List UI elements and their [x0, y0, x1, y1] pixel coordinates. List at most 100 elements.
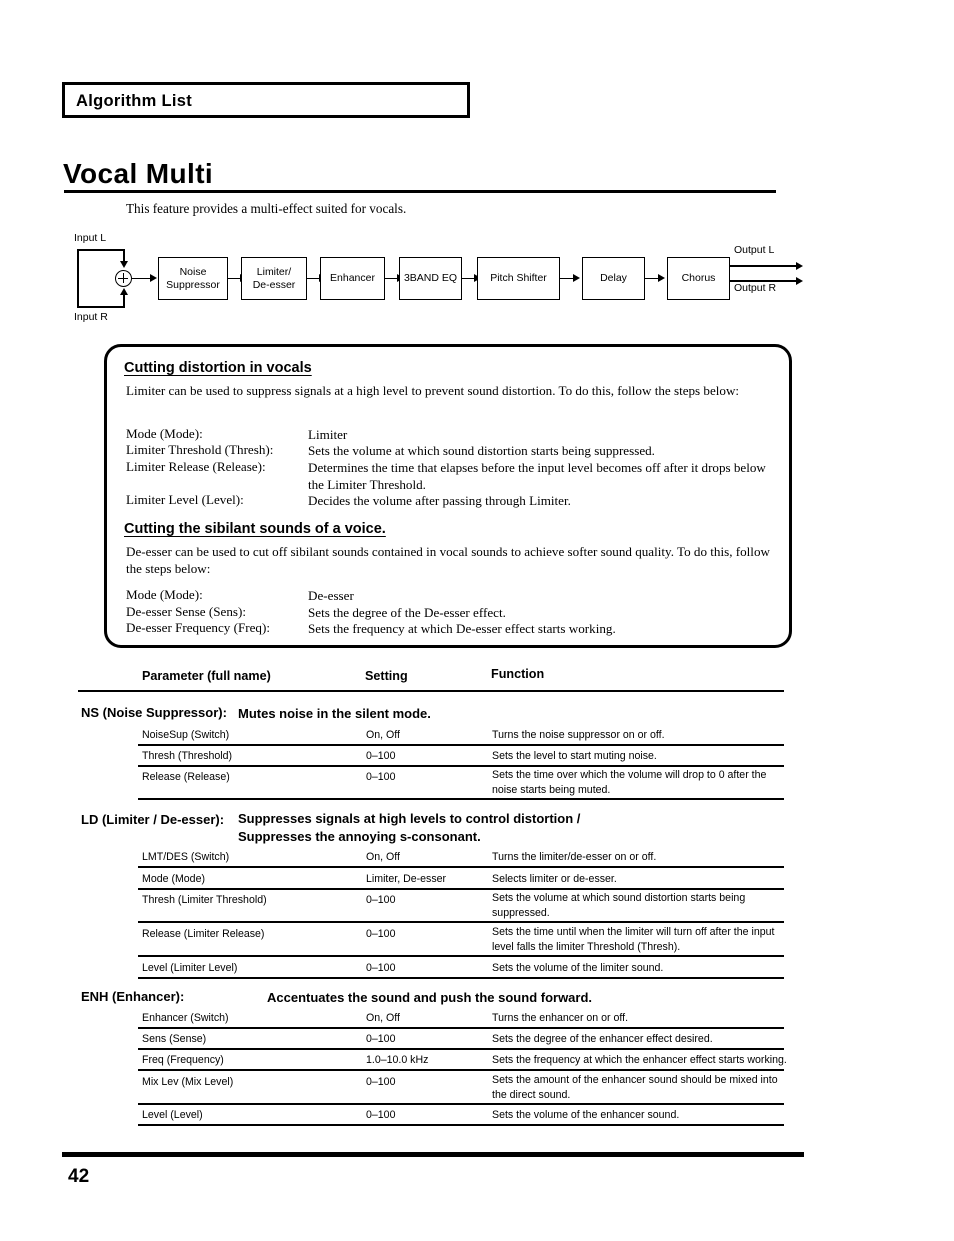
callout-term: Mode (Mode):	[126, 426, 203, 441]
arrow-to-b1	[150, 274, 157, 282]
table-cell-parameter: Freq (Frequency)	[142, 1054, 224, 1066]
table-cell-function: Turns the noise suppressor on or off.	[492, 729, 665, 741]
signal-flow-diagram: Input L Input R Output L Output R Noise …	[74, 232, 804, 332]
table-cell-parameter: Thresh (Limiter Threshold)	[142, 894, 267, 906]
table-cell-setting: On, Off	[366, 729, 400, 741]
table-header-parameter: Parameter (full name)	[142, 669, 271, 683]
table-cell-setting: 0–100	[366, 962, 396, 974]
wire-output-l	[730, 265, 799, 267]
diagram-block-3band-eq: 3BAND EQ	[399, 257, 462, 300]
diagram-block-label: Pitch Shifter	[490, 272, 547, 285]
table-cell-parameter: Level (Level)	[142, 1109, 203, 1121]
arrow-input-r	[119, 288, 128, 295]
callout-desc: Sets the volume at which sound distortio…	[308, 443, 655, 458]
table-cell-function: Sets the frequency at which the enhancer…	[492, 1054, 787, 1066]
table-cell-function: Sets the amount of the enhancer sound sh…	[492, 1074, 778, 1102]
wire-input-r-v	[123, 294, 125, 308]
table-group-desc-ns: Mutes noise in the silent mode.	[238, 706, 431, 721]
table-group-name-enh: ENH (Enhancer):	[81, 989, 185, 1004]
table-row-rule	[138, 744, 784, 746]
table-cell-function: Sets the time over which the volume will…	[492, 769, 767, 797]
callout-desc: Sets the frequency at which De-esser eff…	[308, 621, 616, 636]
wire-input-spine	[77, 249, 79, 308]
diagram-block-delay: Delay	[582, 257, 645, 300]
table-cell-parameter: Release (Release)	[142, 771, 230, 783]
table-cell-parameter: Thresh (Threshold)	[142, 750, 233, 762]
summing-node-icon	[115, 270, 132, 287]
diagram-block-enhancer: Enhancer	[320, 257, 385, 300]
table-row-rule	[138, 921, 784, 923]
callout-term: Limiter Level (Level):	[126, 492, 244, 507]
callout-desc: Sets the degree of the De-esser effect.	[308, 605, 506, 620]
table-cell-function: Turns the limiter/de-esser on or off.	[492, 851, 657, 863]
arrow-input-l	[119, 261, 128, 268]
table-cell-function: Sets the time until when the limiter wil…	[492, 926, 775, 954]
callout-term: De-esser Sense (Sens):	[126, 604, 246, 619]
callout-section1-intro: Limiter can be used to suppress signals …	[126, 383, 740, 398]
table-cell-function: Selects limiter or de-esser.	[492, 873, 617, 885]
table-cell-setting: 0–100	[366, 1109, 396, 1121]
table-row-rule	[138, 1027, 784, 1029]
callout-desc: Limiter	[308, 427, 348, 442]
table-row-rule	[138, 888, 784, 890]
table-row-rule	[138, 798, 784, 800]
diagram-block-label: Enhancer	[330, 272, 375, 285]
table-cell-setting: 0–100	[366, 1076, 396, 1088]
table-header-function: Function	[491, 667, 545, 681]
table-cell-parameter: NoiseSup (Switch)	[142, 729, 230, 741]
table-row-rule	[138, 765, 784, 767]
table-group-name-ns: NS (Noise Suppressor):	[81, 705, 227, 720]
table-row-rule	[138, 1124, 784, 1126]
diagram-block-label: 3BAND EQ	[403, 272, 458, 285]
callout-term: De-esser Frequency (Freq):	[126, 620, 270, 635]
table-cell-setting: 0–100	[366, 1033, 396, 1045]
table-cell-parameter: LMT/DES (Switch)	[142, 851, 230, 863]
callout-section2-heading: Cutting the sibilant sounds of a voice.	[124, 521, 386, 537]
callout-term: Mode (Mode):	[126, 587, 203, 602]
table-cell-parameter: Mode (Mode)	[142, 873, 205, 885]
title-rule	[64, 190, 776, 193]
wire-output-r	[730, 280, 799, 282]
table-header-setting: Setting	[365, 669, 408, 683]
arrow-b6-b7	[658, 274, 665, 282]
diagram-block-chorus: Chorus	[667, 257, 730, 300]
running-head-box: Algorithm List	[62, 82, 470, 118]
wire-input-l-h	[77, 249, 125, 251]
callout-desc: Decides the volume after passing through…	[308, 493, 571, 508]
diagram-block-label: Delay	[600, 272, 627, 285]
table-cell-parameter: Mix Lev (Mix Level)	[142, 1076, 234, 1088]
callout-section2-intro: De-esser can be used to cut off sibilant…	[126, 544, 770, 577]
table-row-rule	[138, 1048, 784, 1050]
diagram-label-output-r: Output R	[734, 282, 777, 294]
table-row-rule	[138, 955, 784, 957]
diagram-block-label: Noise Suppressor	[166, 266, 220, 291]
table-cell-function: Sets the degree of the enhancer effect d…	[492, 1033, 713, 1045]
table-cell-parameter: Enhancer (Switch)	[142, 1012, 229, 1024]
table-cell-function: Sets the level to start muting noise.	[492, 750, 657, 762]
footer-rule	[62, 1152, 804, 1157]
callout-desc: Determines the time that elapses before …	[308, 460, 766, 493]
arrow-b5-b6	[573, 274, 580, 282]
table-cell-setting: 0–100	[366, 928, 396, 940]
intro-paragraph: This feature provides a multi-effect sui…	[126, 201, 407, 216]
diagram-block-pitch-shifter: Pitch Shifter	[477, 257, 560, 300]
table-row-rule	[138, 977, 784, 979]
diagram-block-label: Chorus	[681, 272, 716, 285]
table-group-name-ld: LD (Limiter / De-esser):	[81, 812, 225, 827]
table-cell-function: Sets the volume of the enhancer sound.	[492, 1109, 680, 1121]
table-cell-setting: Limiter, De-esser	[366, 873, 447, 885]
diagram-label-input-l: Input L	[74, 232, 107, 244]
table-cell-setting: On, Off	[366, 1012, 400, 1024]
table-row-rule	[138, 866, 784, 868]
diagram-block-limiter-deesser: Limiter/ De-esser	[241, 257, 307, 300]
table-cell-function: Sets the volume of the limiter sound.	[492, 962, 664, 974]
diagram-block-noise-suppressor: Noise Suppressor	[158, 257, 228, 300]
callout-term: Limiter Threshold (Thresh):	[126, 442, 274, 457]
table-header-rule	[78, 690, 784, 693]
table-row-rule	[138, 1069, 784, 1071]
diagram-label-output-l: Output L	[734, 244, 775, 256]
table-cell-setting: 0–100	[366, 771, 396, 783]
table-group-desc-enh: Accentuates the sound and push the sound…	[267, 990, 593, 1005]
wire-input-r-h	[77, 306, 125, 308]
table-cell-setting: 0–100	[366, 750, 396, 762]
